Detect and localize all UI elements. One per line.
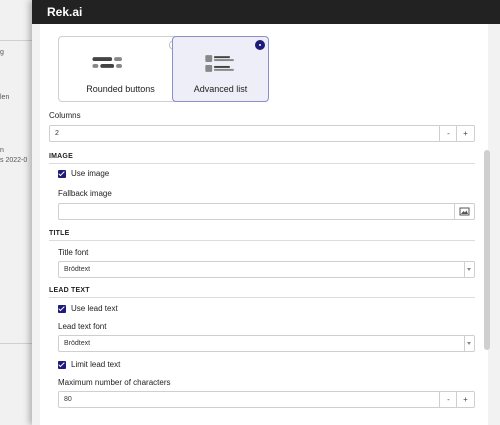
decrement-button[interactable]: - [439,392,457,407]
background-text: n [0,147,4,154]
max-characters-label: Maximum number of characters [58,378,171,387]
chevron-down-icon[interactable] [464,262,474,277]
image-section-title: IMAGE [49,153,73,160]
scrollbar-thumb[interactable] [484,150,490,350]
columns-value: 2 [55,130,59,137]
background-text: s 2022-0 [0,157,28,164]
use-image-label: Use image [71,169,110,178]
section-divider [49,163,475,164]
background-divider [0,40,32,41]
lead-text-section-title: LEAD TEXT [49,287,90,294]
rekai-settings-modal: Rek.ai Rounded buttons Advanced list Col… [32,0,500,425]
chevron-down-icon[interactable] [464,336,474,351]
use-image-checkbox[interactable] [58,170,66,178]
section-divider [49,240,475,241]
limit-lead-text-checkbox[interactable] [58,361,66,369]
lead-text-font-select[interactable]: Brödtext [58,335,475,352]
modal-title: Rek.ai [47,5,83,19]
modal-header: Rek.ai [32,0,500,24]
columns-label: Columns [49,111,81,120]
section-divider [49,297,475,298]
columns-stepper[interactable]: 2 - + [49,125,475,142]
use-lead-text-label: Use lead text [71,304,118,313]
title-font-select[interactable]: Brödtext [58,261,475,278]
image-icon [459,207,470,216]
limit-lead-text-label: Limit lead text [71,360,121,369]
increment-button[interactable]: + [456,392,474,407]
modal-body: Rounded buttons Advanced list Columns 2 … [40,24,488,425]
image-picker-button[interactable] [454,204,474,219]
title-section-title: TITLE [49,230,70,237]
use-lead-text-checkbox[interactable] [58,305,66,313]
fallback-image-label: Fallback image [58,189,112,198]
lead-text-font-value: Brödtext [64,340,91,347]
lead-text-font-label: Lead text font [58,322,107,331]
decrement-button[interactable]: - [439,126,457,141]
layout-option-label: Rounded buttons [86,84,155,94]
title-font-value: Brödtext [64,266,91,273]
radio-button-selected[interactable] [255,40,265,50]
rounded-buttons-icon [92,57,122,68]
background-text: len [0,94,10,101]
layout-option-advanced-list[interactable]: Advanced list [172,36,269,102]
max-characters-stepper[interactable]: 80 - + [58,391,475,408]
layout-option-label: Advanced list [193,84,248,94]
advanced-list-icon [205,55,234,72]
background-text: g [0,49,4,56]
max-characters-value: 80 [64,396,72,403]
title-font-label: Title font [58,248,89,257]
increment-button[interactable]: + [456,126,474,141]
fallback-image-input[interactable] [58,203,475,220]
background-divider [0,343,32,344]
layout-option-rounded-buttons[interactable]: Rounded buttons [58,36,183,102]
